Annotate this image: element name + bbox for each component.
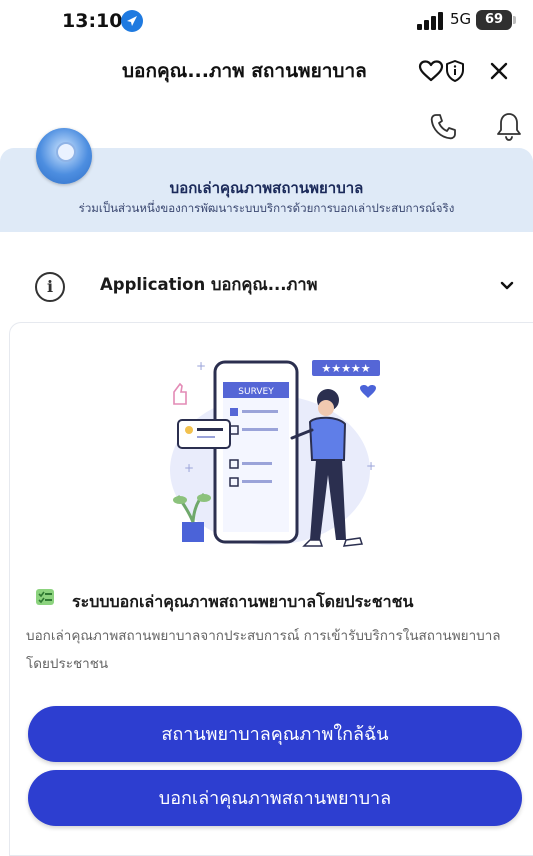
battery-indicator: 69 [476,10,516,30]
info-icon: i [35,272,65,302]
svg-text:+: + [366,459,376,473]
info-accordion-label[interactable]: Application บอกคุณ...ภาพ [100,272,318,298]
survey-illustration: SURVEY ★★★★★ + + + [170,359,380,547]
status-time: 13:10 [62,10,123,32]
top-navigation: บอกคุณ...ภาพ สถานพยาบาล [0,52,533,96]
bell-icon[interactable] [494,110,524,142]
heart-icon[interactable] [418,58,444,84]
location-arrow-icon [121,10,143,32]
phone-icon[interactable] [428,112,458,142]
report-quality-button[interactable]: บอกเล่าคุณภาพสถานพยาบาล [28,770,522,826]
survey-label: SURVEY [238,387,274,397]
svg-text:+: + [196,359,206,373]
banner-title: บอกเล่าคุณภาพสถานพยาบาล [169,179,364,197]
signal-icon [417,12,443,30]
status-bar: 13:10 5G 69 [0,0,533,44]
feature-description: บอกเล่าคุณภาพสถานพยาบาลจากประสบการณ์ การ… [26,628,501,672]
close-icon[interactable] [486,58,512,84]
shield-icon[interactable] [442,58,468,84]
nearby-hospitals-button[interactable]: สถานพยาบาลคุณภาพใกล้ฉัน [28,706,522,762]
network-label: 5G [450,10,472,28]
feature-title: ระบบบอกเล่าคุณภาพสถานพยาบาลโดยประชาชน [72,592,414,611]
chevron-down-icon[interactable] [498,276,516,294]
svg-text:+: + [184,461,194,475]
checklist-icon [36,589,54,605]
banner-subtitle: ร่วมเป็นส่วนหนึ่งของการพัฒนาระบบบริการด้… [78,201,455,215]
nav-title: บอกคุณ...ภาพ สถานพยาบาล [122,60,367,82]
svg-text:★★★★★: ★★★★★ [321,362,370,375]
